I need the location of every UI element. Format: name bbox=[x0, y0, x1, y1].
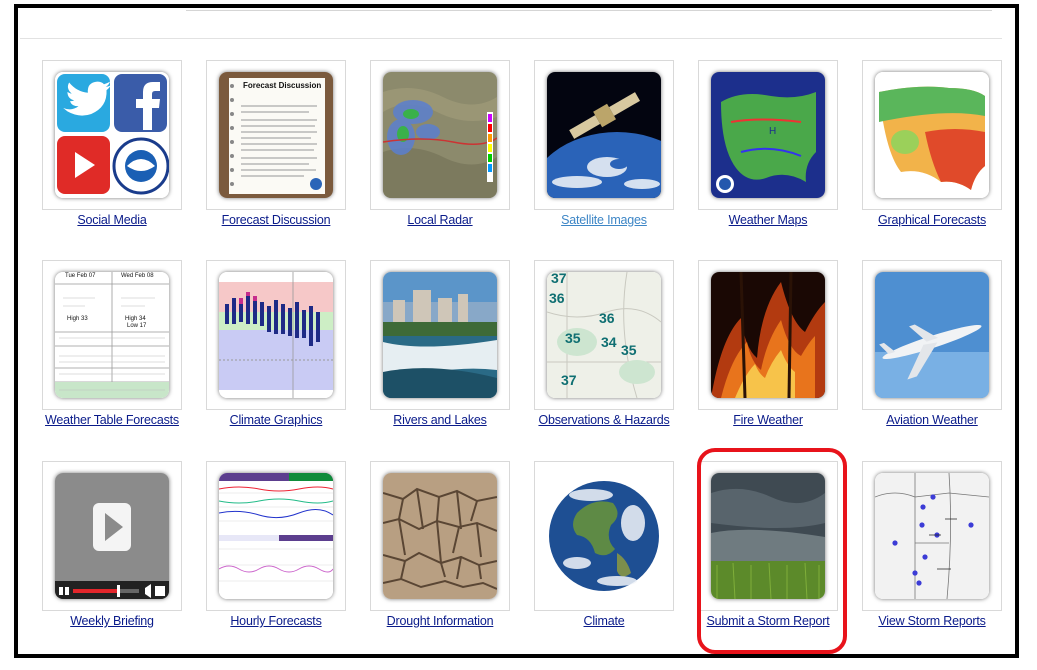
tile-local-radar[interactable]: Local Radar bbox=[370, 60, 510, 240]
storm-reports-map-icon bbox=[875, 473, 989, 599]
thumb-frame bbox=[862, 260, 1002, 410]
observation-map-icon: 37 36 36 35 34 35 37 bbox=[547, 272, 661, 398]
table-low-2: Low 17 bbox=[127, 323, 147, 329]
document-icon: Forecast Discussion bbox=[219, 72, 333, 198]
obs-value: 37 bbox=[551, 272, 567, 286]
tile-climate[interactable]: Climate bbox=[534, 461, 674, 641]
thumb-frame bbox=[206, 461, 346, 611]
tile-weather-table-forecasts[interactable]: Tue Feb 07 Wed Feb 08 High 33 High 34 Lo… bbox=[42, 260, 182, 440]
tile-weekly-briefing[interactable]: Weekly Briefing bbox=[42, 461, 182, 641]
thumb-frame: 37 36 36 35 34 35 37 bbox=[534, 260, 674, 410]
fire-photo-icon bbox=[711, 272, 825, 398]
table-day-1: Tue Feb 07 bbox=[65, 273, 96, 279]
obs-value: 35 bbox=[565, 330, 581, 346]
forecast-map-icon bbox=[875, 72, 989, 198]
airplane-icon bbox=[875, 272, 989, 398]
thumb-frame bbox=[862, 60, 1002, 210]
thumb-frame: Forecast Discussion bbox=[206, 60, 346, 210]
cracked-earth-icon bbox=[383, 473, 497, 599]
thumb-frame bbox=[206, 260, 346, 410]
tile-label[interactable]: Graphical Forecasts bbox=[842, 213, 1022, 227]
tile-aviation-weather[interactable]: Aviation Weather bbox=[862, 260, 1002, 440]
section-divider bbox=[20, 38, 1002, 39]
tile-label[interactable]: Aviation Weather bbox=[842, 413, 1022, 427]
tile-label[interactable]: Local Radar bbox=[350, 213, 530, 227]
river-photo-icon bbox=[383, 272, 497, 398]
tile-label[interactable]: Climate Graphics bbox=[186, 413, 366, 427]
thumb-frame bbox=[534, 461, 674, 611]
climate-chart-icon bbox=[219, 272, 333, 398]
tile-label[interactable]: Drought Information bbox=[350, 614, 530, 628]
tile-observations-hazards[interactable]: 37 36 36 35 34 35 37 Observations & Haza… bbox=[534, 260, 674, 440]
tile-label[interactable]: Submit a Storm Report bbox=[678, 614, 858, 628]
satellite-icon bbox=[547, 72, 661, 198]
tile-satellite-images[interactable]: Satellite Images bbox=[534, 60, 674, 240]
tile-label[interactable]: Weekly Briefing bbox=[22, 614, 202, 628]
radar-map-icon bbox=[383, 72, 497, 198]
table-day-2: Wed Feb 08 bbox=[121, 273, 154, 279]
thumb-frame bbox=[370, 60, 510, 210]
obs-value: 34 bbox=[601, 334, 617, 350]
tile-label[interactable]: Weather Maps bbox=[678, 213, 858, 227]
tile-rivers-and-lakes[interactable]: Rivers and Lakes bbox=[370, 260, 510, 440]
thumb-frame bbox=[534, 60, 674, 210]
svg-text:H: H bbox=[769, 126, 776, 137]
tile-label[interactable]: Forecast Discussion bbox=[186, 213, 366, 227]
forecast-table-icon: Tue Feb 07 Wed Feb 08 High 33 High 34 Lo… bbox=[55, 272, 169, 398]
hourly-graph-icon bbox=[219, 473, 333, 599]
tile-drought-information[interactable]: Drought Information bbox=[370, 461, 510, 641]
thumb-frame bbox=[862, 461, 1002, 611]
storm-photo-icon bbox=[711, 473, 825, 599]
tile-climate-graphics[interactable]: Climate Graphics bbox=[206, 260, 346, 440]
tile-label[interactable]: Rivers and Lakes bbox=[350, 413, 530, 427]
thumb-frame: Tue Feb 07 Wed Feb 08 High 33 High 34 Lo… bbox=[42, 260, 182, 410]
tile-label[interactable]: Social Media bbox=[22, 213, 202, 227]
obs-value: 37 bbox=[561, 372, 577, 388]
tile-forecast-discussion[interactable]: Forecast Discussion Forecast Discussion bbox=[206, 60, 346, 240]
tile-submit-storm-report[interactable]: Submit a Storm Report bbox=[698, 461, 838, 641]
earth-globe-icon bbox=[547, 473, 661, 599]
tile-social-media[interactable]: Social Media bbox=[42, 60, 182, 240]
weather-map-icon: H bbox=[711, 72, 825, 198]
tile-label[interactable]: View Storm Reports bbox=[842, 614, 1022, 628]
thumb-frame bbox=[370, 461, 510, 611]
tile-label[interactable]: Satellite Images bbox=[514, 213, 694, 227]
obs-value: 36 bbox=[599, 310, 615, 326]
tile-label[interactable]: Observations & Hazards bbox=[514, 413, 694, 427]
thumb-title: Forecast Discussion bbox=[243, 81, 322, 90]
tile-fire-weather[interactable]: Fire Weather bbox=[698, 260, 838, 440]
table-high-2: High 34 bbox=[125, 316, 146, 322]
tile-hourly-forecasts[interactable]: Hourly Forecasts bbox=[206, 461, 346, 641]
top-divider bbox=[186, 10, 992, 11]
tile-label[interactable]: Climate bbox=[514, 614, 694, 628]
tile-weather-maps[interactable]: H Weather Maps bbox=[698, 60, 838, 240]
tile-view-storm-reports[interactable]: View Storm Reports bbox=[862, 461, 1002, 641]
obs-value: 35 bbox=[621, 342, 637, 358]
thumb-frame bbox=[370, 260, 510, 410]
table-high-1: High 33 bbox=[67, 316, 88, 322]
tile-label[interactable]: Hourly Forecasts bbox=[186, 614, 366, 628]
thumb-frame bbox=[42, 461, 182, 611]
thumb-frame bbox=[698, 461, 838, 611]
tile-label[interactable]: Weather Table Forecasts bbox=[22, 413, 202, 427]
obs-value: 36 bbox=[549, 290, 565, 306]
social-media-icon bbox=[55, 72, 169, 198]
tile-label[interactable]: Fire Weather bbox=[678, 413, 858, 427]
thumb-frame bbox=[42, 60, 182, 210]
video-player-icon bbox=[55, 473, 169, 599]
thumb-frame bbox=[698, 260, 838, 410]
tile-graphical-forecasts[interactable]: Graphical Forecasts bbox=[862, 60, 1002, 240]
thumb-frame: H bbox=[698, 60, 838, 210]
